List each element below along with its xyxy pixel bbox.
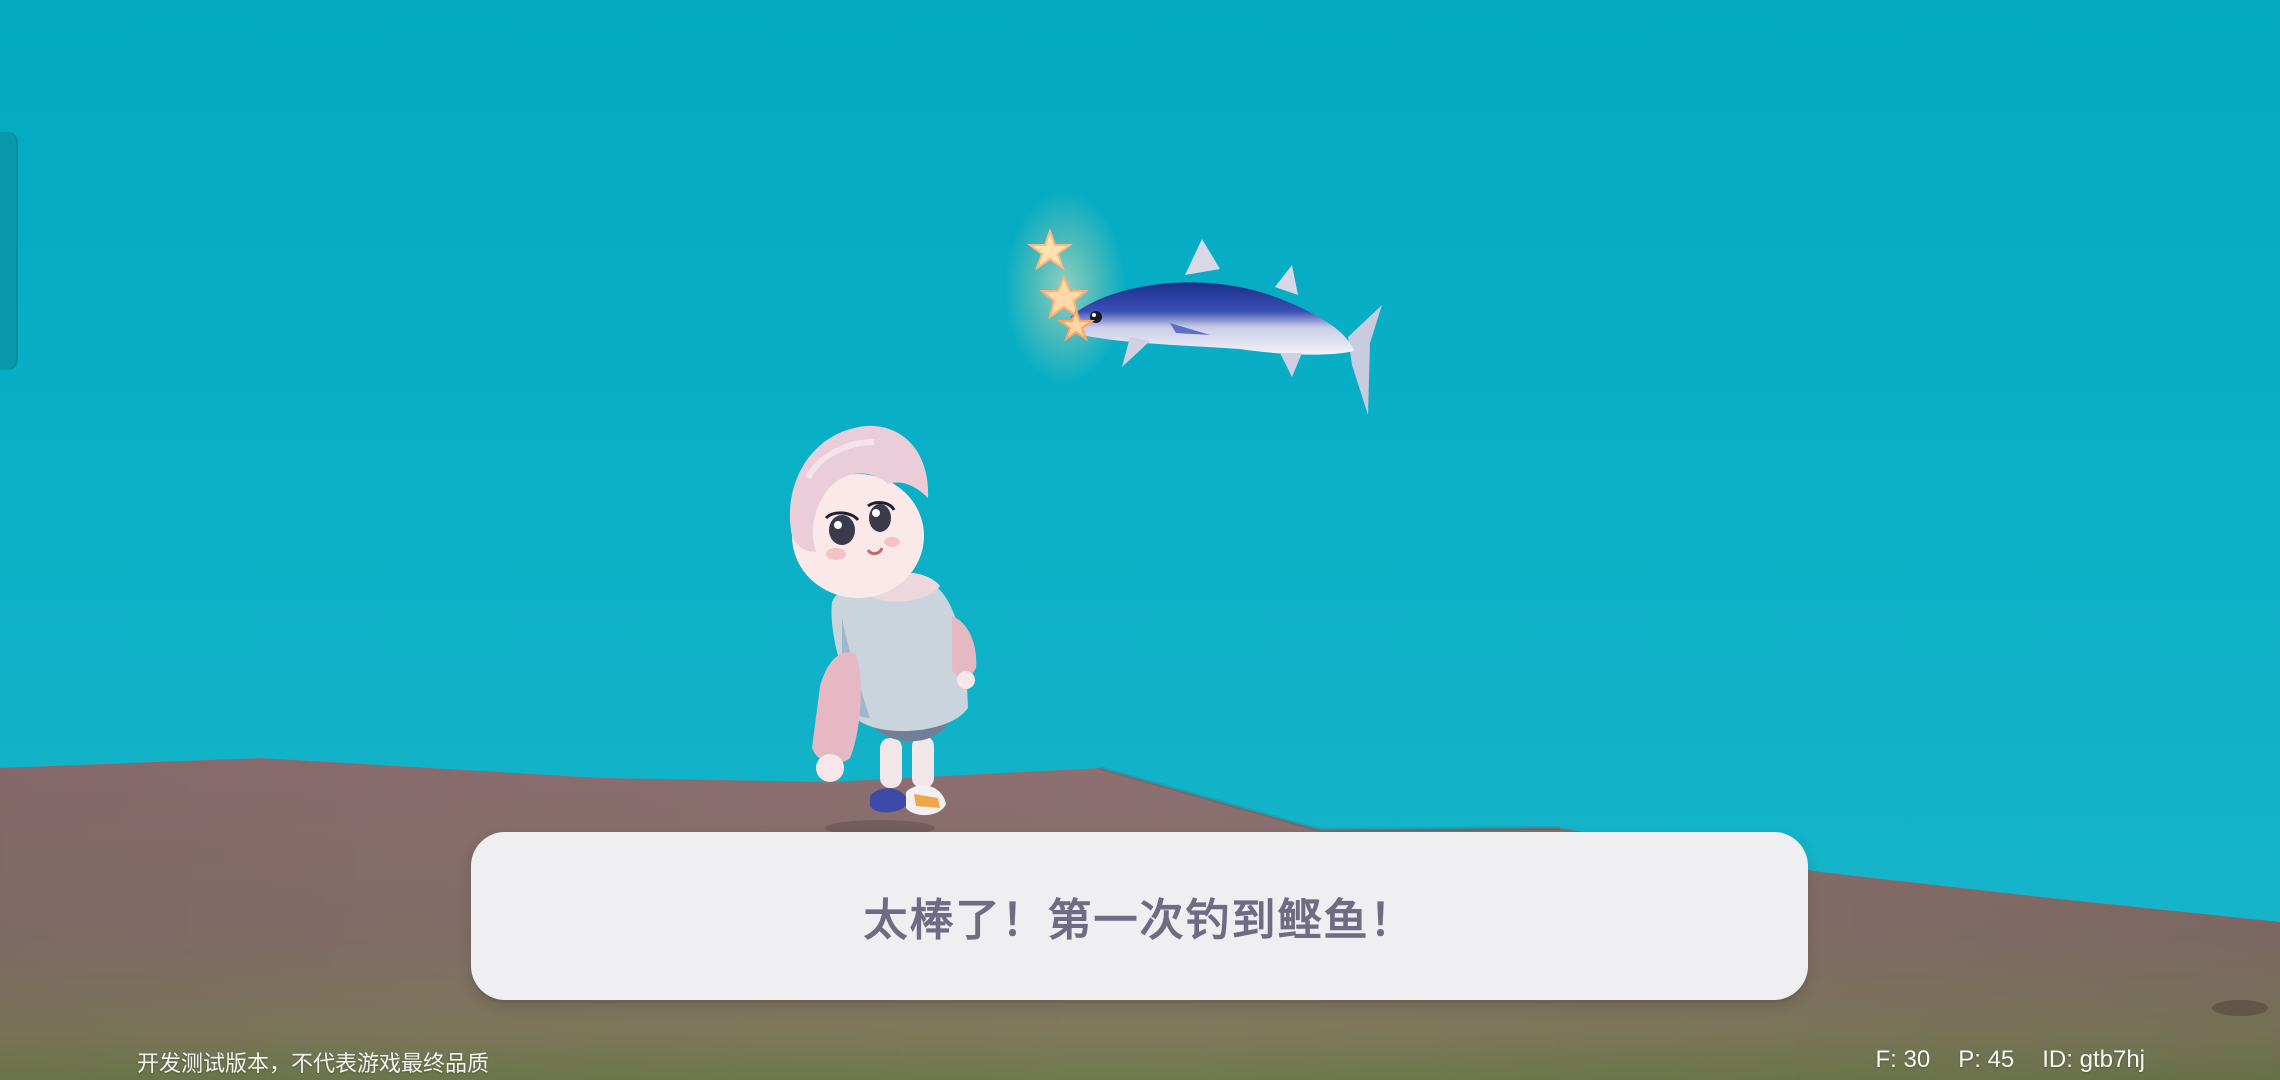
dev-build-notice: 开发测试版本，不代表游戏最终品质	[137, 1052, 490, 1077]
star-icon	[1027, 228, 1073, 271]
ping-readout: P: 45	[1958, 1046, 2015, 1073]
game-scene[interactable]: 太棒了！第一次钓到鲣鱼！ 开发测试版本，不代表游戏最终品质 F: 30 P: 4…	[0, 0, 2280, 1080]
side-panel-tab[interactable]	[0, 132, 18, 370]
dialog-text: 太棒了！第一次钓到鲣鱼！	[863, 895, 1416, 946]
star-icon	[1056, 308, 1096, 342]
star-icon	[1039, 274, 1089, 320]
player-character[interactable]	[730, 418, 1000, 838]
player-id: ID: gtb7hj	[2042, 1046, 2145, 1073]
fps-readout: F: 30	[1875, 1046, 1931, 1073]
debug-stats: F: 30 P: 45 ID: gtb7hj	[1876, 1046, 2145, 1074]
sparkle-stars	[1027, 228, 1096, 342]
dialog-box[interactable]: 太棒了！第一次钓到鲣鱼！	[471, 832, 1808, 1000]
